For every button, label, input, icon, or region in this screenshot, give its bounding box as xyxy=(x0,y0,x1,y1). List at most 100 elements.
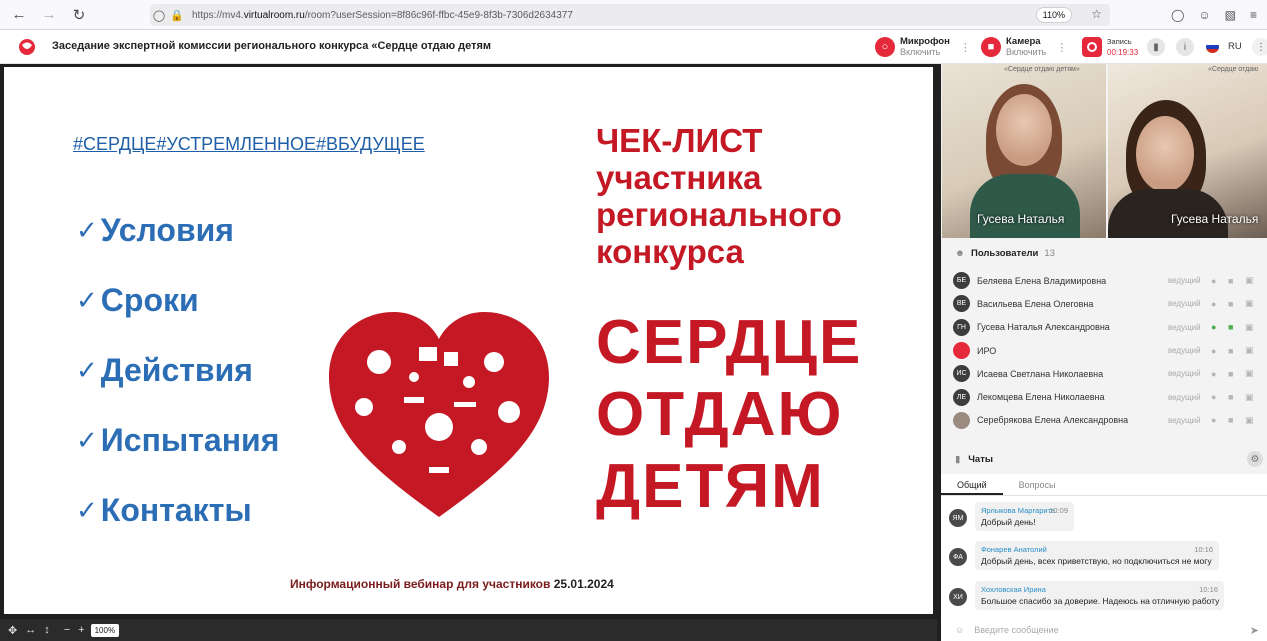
forward-icon[interactable]: → xyxy=(34,0,64,30)
microphone-options-icon[interactable]: ⋮ xyxy=(960,41,971,54)
gear-icon[interactable]: ⚙ xyxy=(1247,451,1263,467)
user-camera-icon[interactable]: ■ xyxy=(1228,415,1233,425)
user-role: ведущий xyxy=(1168,322,1201,332)
chat-time: 10:16 xyxy=(1199,585,1218,594)
language-selector[interactable]: RU xyxy=(1228,41,1242,52)
send-icon[interactable]: ➤ xyxy=(1250,624,1259,637)
account-icon[interactable]: ☺ xyxy=(1198,8,1210,22)
camera-toggle[interactable]: ■ Камера Включить ⋮ xyxy=(981,35,1067,59)
record-icon xyxy=(1082,37,1102,57)
user-name: Исаева Светлана Николаевна xyxy=(977,368,1104,379)
lock-icon: 🔒 xyxy=(170,9,184,22)
user-camera-icon[interactable]: ■ xyxy=(1228,369,1233,379)
chat-bubble: Хохловская Ирина 10:16 Большое спасибо за … xyxy=(975,581,1224,610)
user-microphone-icon[interactable]: ● xyxy=(1211,369,1216,379)
user-role: ведущий xyxy=(1168,415,1201,425)
more-options-icon[interactable]: ⋮ xyxy=(1252,38,1267,56)
users-panel-header[interactable]: ☻ Пользователи 13 xyxy=(941,238,1267,268)
url-bar[interactable]: ◯ 🔒 https://mv4.virtualroom.ru/room?user… xyxy=(150,4,1110,26)
chat-panel-header[interactable]: ▮ Чаты ⚙ xyxy=(941,444,1267,474)
user-screen-share-icon[interactable]: ▣ xyxy=(1245,368,1254,379)
user-microphone-icon[interactable]: ● xyxy=(1211,392,1216,402)
user-list-item[interactable]: ГН Гусева Наталья Александровна ведущий ● ■ ▣ xyxy=(941,316,1267,339)
video-participant-name: Гусева Наталья xyxy=(1171,212,1259,226)
russian-flag-icon[interactable] xyxy=(1206,41,1219,53)
user-role: ведущий xyxy=(1168,276,1201,286)
fit-width-icon[interactable]: ↔ xyxy=(25,624,36,636)
chat-author[interactable]: Фонарев Анатолий xyxy=(981,545,1213,554)
reload-icon[interactable]: ↻ xyxy=(64,0,94,30)
tab-general[interactable]: Общий xyxy=(941,474,1003,495)
checklist-item: ✓ Условия xyxy=(76,211,234,248)
folder-icon[interactable]: ▮ xyxy=(1147,38,1165,56)
presentation-slide: #СЕРДЦЕ#УСТРЕМЛЕННОЕ#ВБУДУЩЕЕ ✓ Условия ✓… xyxy=(4,67,933,614)
sidebar: «Сердце отдаю детям» Гусева Наталья «Сер… xyxy=(941,64,1267,641)
user-microphone-icon[interactable]: ● xyxy=(1211,346,1216,356)
user-screen-share-icon[interactable]: ▣ xyxy=(1245,392,1254,403)
chat-input-placeholder: Введите сообщение xyxy=(974,625,1059,635)
user-microphone-icon[interactable]: ● xyxy=(1211,276,1216,286)
user-camera-icon[interactable]: ■ xyxy=(1228,346,1233,356)
chat-input[interactable]: ☺ Введите сообщение ➤ xyxy=(941,619,1267,641)
shield-icon: ◯ xyxy=(152,9,166,22)
slide-main-title: СЕРДЦЕ ОТДАЮ ДЕТЯМ xyxy=(596,308,863,521)
fit-screen-icon[interactable]: ✥ xyxy=(8,624,17,637)
record-button[interactable]: Запись 00:19:33 xyxy=(1082,35,1138,59)
avatar xyxy=(953,342,970,360)
record-timer: 00:19:33 xyxy=(1107,48,1139,57)
presentation-area: #СЕРДЦЕ#УСТРЕМЛЕННОЕ#ВБУДУЩЕЕ ✓ Условия ✓… xyxy=(0,64,937,619)
tab-questions[interactable]: Вопросы xyxy=(1003,474,1072,495)
microphone-off-icon: ○ xyxy=(875,37,895,57)
video-background-text: «Сердце отдаю xyxy=(1208,66,1259,73)
video-tile[interactable]: «Сердце отдаю детям» Гусева Наталья xyxy=(942,64,1106,238)
bookmark-star-icon[interactable]: ☆ xyxy=(1091,7,1102,21)
heart-logo-icon xyxy=(329,312,549,517)
user-list-item[interactable]: ИС Исаева Светлана Николаевна ведущий ● ■ ▣ xyxy=(941,362,1267,385)
user-camera-icon[interactable]: ■ xyxy=(1228,392,1233,402)
url-text[interactable]: https://mv4.virtualroom.ru/room?userSess… xyxy=(192,10,573,21)
user-camera-icon[interactable]: ■ xyxy=(1228,276,1233,286)
user-camera-icon[interactable]: ■ xyxy=(1228,299,1233,309)
camera-options-icon[interactable]: ⋮ xyxy=(1056,41,1067,54)
browser-toolbar: ← → ↻ ◯ 🔒 https://mv4.virtualroom.ru/roo… xyxy=(0,0,1267,30)
user-list-item[interactable]: ЛЕ Лекомцева Елена Николаевна ведущий ● ■ ▣ xyxy=(941,385,1267,408)
checklist-item: ✓ Сроки xyxy=(76,281,199,318)
back-icon[interactable]: ← xyxy=(4,0,34,30)
user-camera-icon[interactable]: ■ xyxy=(1228,322,1233,332)
user-screen-share-icon[interactable]: ▣ xyxy=(1245,345,1254,356)
user-list-item[interactable]: Серебрякова Елена Александровна ведущий ● ■… xyxy=(941,409,1267,432)
chat-text: Добрый день! xyxy=(981,517,1036,527)
microphone-toggle[interactable]: ○ Микрофон Включить ⋮ xyxy=(875,35,971,59)
zoom-out-icon[interactable]: − xyxy=(64,624,70,636)
chat-author[interactable]: Хохловская Ирина xyxy=(981,585,1218,594)
user-microphone-icon[interactable]: ● xyxy=(1211,322,1216,332)
zoom-indicator[interactable]: 110% xyxy=(1035,7,1072,23)
user-screen-share-icon[interactable]: ▣ xyxy=(1245,322,1254,333)
user-role: ведущий xyxy=(1168,299,1201,309)
user-screen-share-icon[interactable]: ▣ xyxy=(1245,415,1254,426)
app-header: Заседание экспертной комиссии региональн… xyxy=(0,30,1267,64)
user-list-item[interactable]: БЕ Беляева Елена Владимировна ведущий ● ■ ▣ xyxy=(941,269,1267,292)
zoom-in-icon[interactable]: + xyxy=(78,624,84,636)
video-tile[interactable]: «Сердце отдаю Гусева Наталья xyxy=(1108,64,1267,238)
user-microphone-icon[interactable]: ● xyxy=(1211,299,1216,309)
user-screen-share-icon[interactable]: ▣ xyxy=(1245,275,1254,286)
extensions-icon[interactable]: ▧ xyxy=(1225,8,1236,22)
checkmark-icon: ✓ xyxy=(76,424,98,455)
info-icon[interactable]: i xyxy=(1176,38,1194,56)
user-name: Васильева Елена Олеговна xyxy=(977,298,1094,309)
slide-checklist: ✓ Условия ✓ Сроки ✓ Действия ✓ Испытания ✓ Ко… xyxy=(76,195,279,545)
user-microphone-icon[interactable]: ● xyxy=(1211,415,1216,425)
user-list-item[interactable]: ВЕ Васильева Елена Олеговна ведущий ● ■ ▣ xyxy=(941,292,1267,315)
chat-text: Добрый день, всех приветствую, но подклю… xyxy=(981,556,1212,566)
chat-icon: ▮ xyxy=(955,453,961,465)
emoji-icon[interactable]: ☺ xyxy=(955,625,964,635)
checklist-item: ✓ Испытания xyxy=(76,421,280,458)
user-list-item[interactable]: ИРО ведущий ● ■ ▣ xyxy=(941,339,1267,362)
menu-icon[interactable]: ≡ xyxy=(1250,8,1257,22)
fit-height-icon[interactable]: ↕ xyxy=(44,624,50,636)
pocket-icon[interactable]: ◯ xyxy=(1171,8,1184,22)
users-count: 13 xyxy=(1044,247,1055,259)
checklist-title: ЧЕК-ЛИСТ участника регионального конкурс… xyxy=(596,122,842,270)
user-screen-share-icon[interactable]: ▣ xyxy=(1245,298,1254,309)
